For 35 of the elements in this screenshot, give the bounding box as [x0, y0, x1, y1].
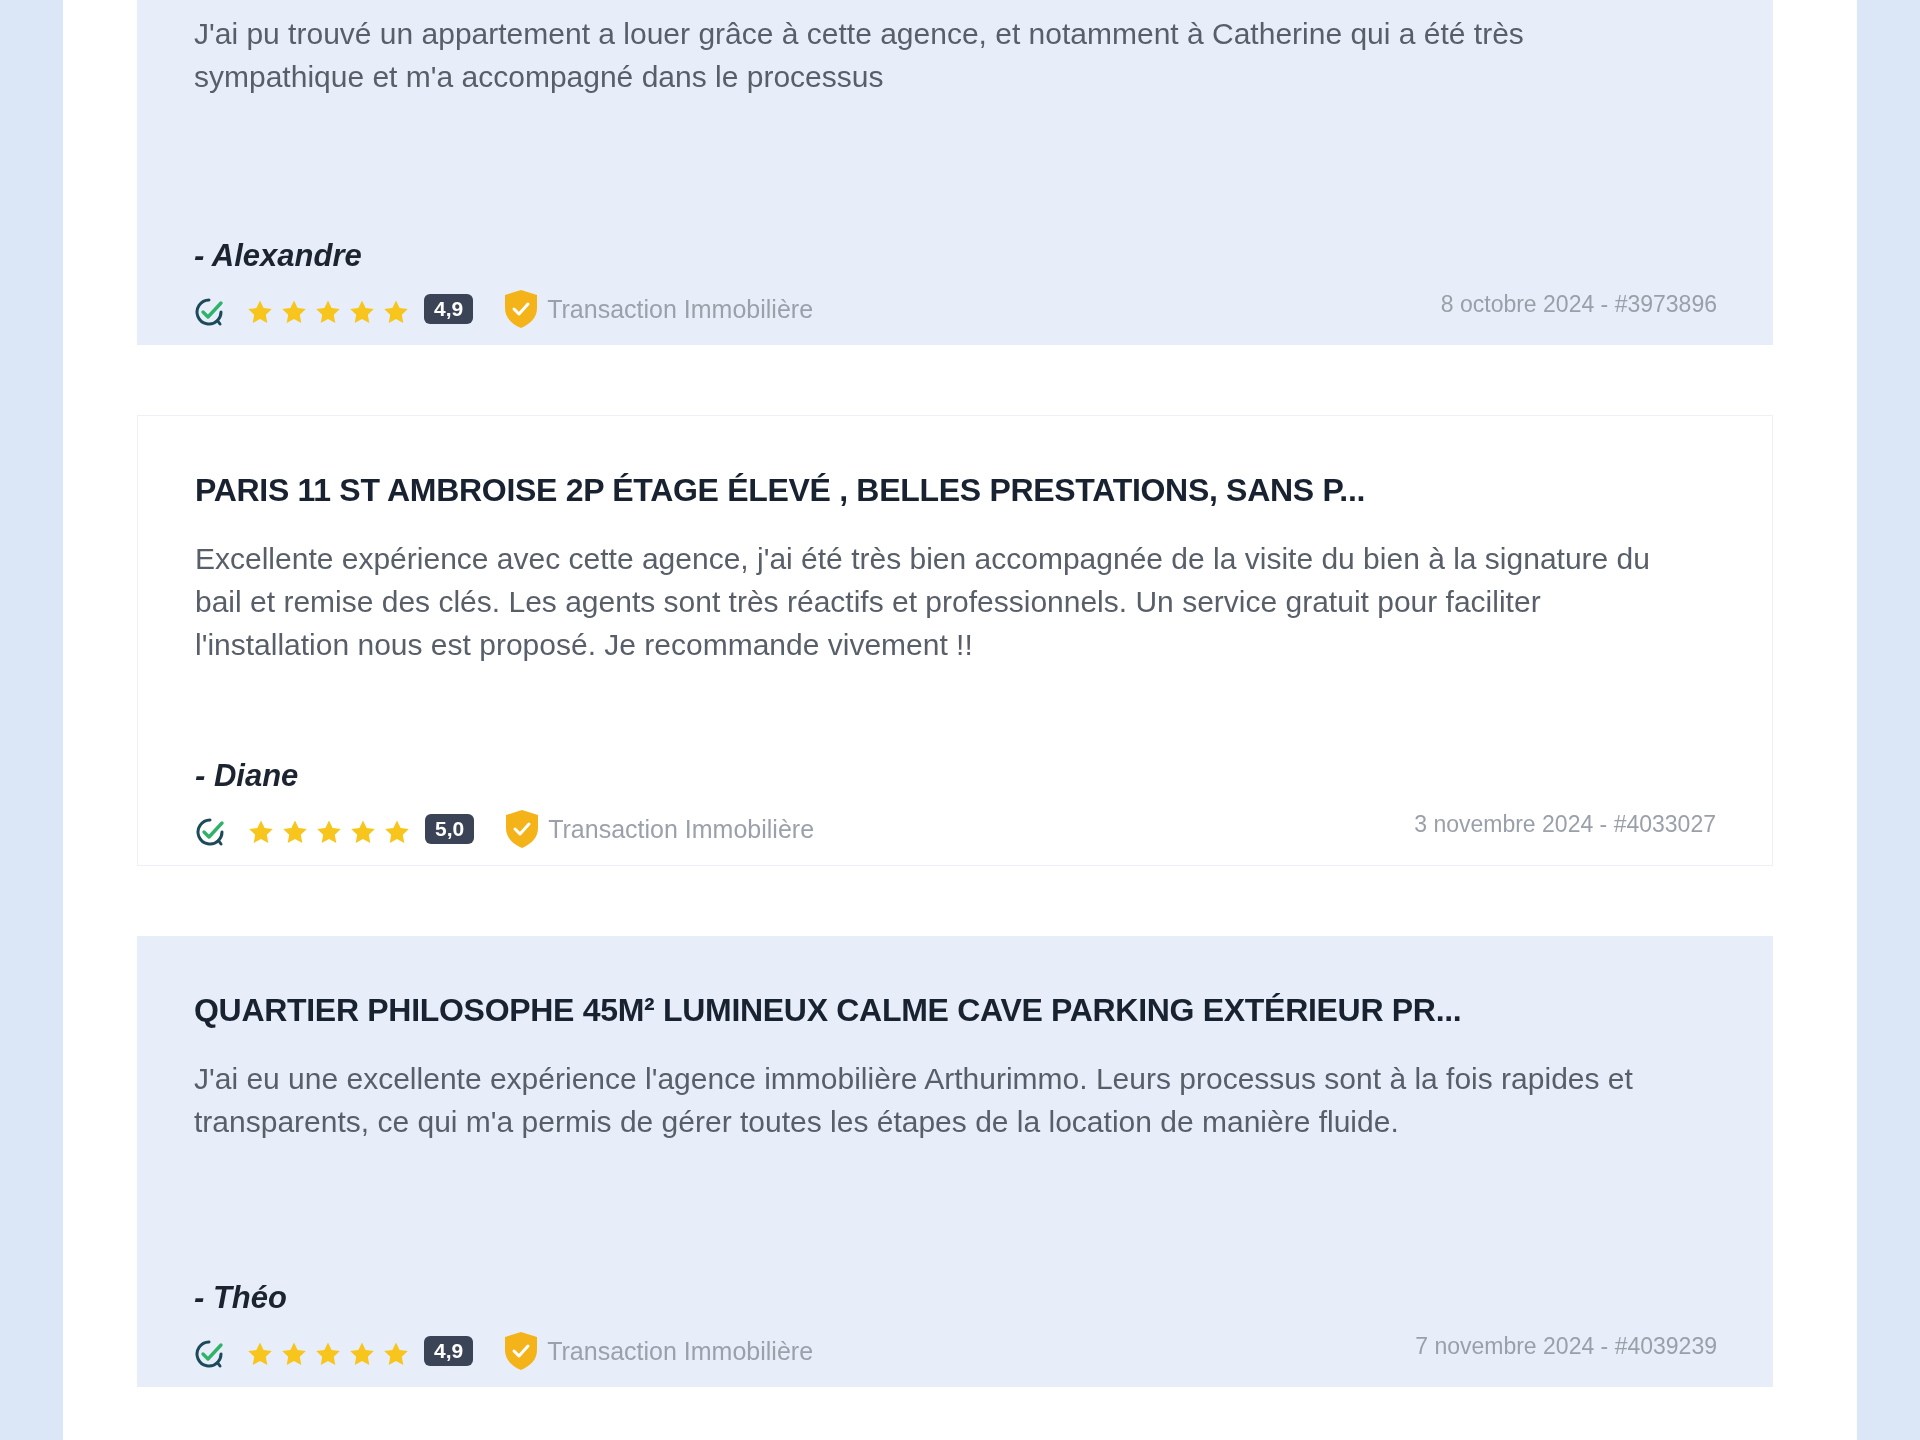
review-date: 7 novembre 2024 - #4039239 [1415, 1332, 1717, 1360]
star-icon [315, 819, 343, 845]
star-icon [280, 1341, 308, 1367]
category-label: Transaction Immobilière [547, 294, 814, 324]
review-title: PARIS 11 ST AMBROISE 2P ÉTAGE ÉLEVÉ , BELLES PRESTATIONS, SANS P... [195, 471, 1367, 510]
star-icon [246, 299, 274, 325]
star-icon [348, 299, 376, 325]
star-icon [382, 299, 410, 325]
star-icon [246, 1341, 274, 1367]
star-icon [247, 819, 275, 845]
rating-badge: 4,9 [424, 1336, 474, 1366]
review-title: QUARTIER PHILOSOPHE 45M² LUMINEUX CALME CAVE PARKING EXTÉRIEUR PR... [194, 991, 1463, 1030]
star-icon [314, 1341, 342, 1367]
review-author: - Théo [194, 1279, 288, 1317]
review-text: J'ai pu trouvé un appartement a louer grâce à cette agence, et notamment à Catherine qui a été très sympathique et m'a accompagné dans le processus [194, 16, 1525, 95]
review-author: - Alexandre [194, 237, 363, 275]
review-date: 8 octobre 2024 - #3973896 [1440, 290, 1717, 318]
star-icon [382, 1341, 410, 1367]
star-icon [349, 819, 377, 845]
star-icon [281, 819, 309, 845]
shield-check-icon [503, 1331, 540, 1371]
star-icon [280, 299, 308, 325]
star-icon [314, 299, 342, 325]
review-author: - Diane [195, 757, 300, 795]
category-label: Transaction Immobilière [547, 1336, 814, 1366]
shield-check-icon [503, 289, 540, 329]
review-text: J'ai eu une excellente expérience l'agence immobilière Arthurimmo. Leurs processus sont à la fois rapides et transparents, ce qui m'a permis de gérer toutes les étapes de la location de manière fluide. [194, 1061, 1634, 1140]
star-icon [348, 1341, 376, 1367]
category-label: Transaction Immobilière [548, 814, 815, 844]
review-date: 3 novembre 2024 - #4033027 [1414, 810, 1716, 838]
shield-check-icon [504, 809, 541, 849]
star-icon [383, 819, 411, 845]
review-text: Excellente expérience avec cette agence, j'ai été très bien accompagnée de la visite du bien à la signature du bail et remise des clés. Les agents sont très réactifs et professionnels. Un service gratuit pour faciliter l'installation nous est proposé. Je recommande vivement !! [195, 541, 1651, 663]
rating-badge: 5,0 [425, 814, 475, 844]
rating-badge: 4,9 [424, 294, 474, 324]
